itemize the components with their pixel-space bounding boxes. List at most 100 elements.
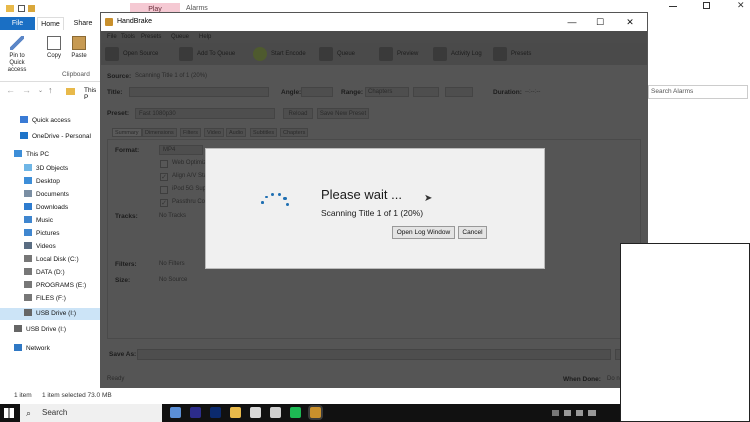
search-input[interactable]: Search Alarms — [648, 85, 748, 99]
sidebar-item-14[interactable]: USB Drive (I:) — [0, 308, 100, 320]
checkbox-0[interactable] — [160, 160, 168, 168]
copy-button[interactable]: Copy — [42, 36, 66, 60]
tab-chapters[interactable]: Chapters — [280, 128, 309, 137]
drive-icon — [24, 268, 32, 275]
tab-audio[interactable]: Audio — [226, 128, 247, 137]
sidebar-item-3[interactable]: 3D Objects — [0, 163, 100, 175]
sidebar-item-10[interactable]: Local Disk (C:) — [0, 254, 100, 266]
checkbox-2[interactable] — [160, 186, 168, 194]
taskbar-search-box[interactable]: ⌕ Search — [20, 404, 162, 422]
menu-help[interactable]: Help — [199, 31, 211, 43]
angle-label: Angle: — [281, 89, 302, 96]
cancel-button[interactable]: Cancel — [458, 226, 487, 239]
open-source-icon — [105, 47, 119, 61]
sidebar-item-11[interactable]: DATA (D:) — [0, 267, 100, 279]
sidebar-item-label: Pictures — [36, 230, 60, 237]
menu-file[interactable]: File — [107, 31, 117, 43]
volume-icon[interactable] — [564, 410, 571, 416]
tab-file[interactable]: File — [0, 17, 35, 30]
dialog-title: Please wait ... — [321, 187, 402, 202]
address-bar[interactable]: ← → ⌄ ↑ This P — [0, 84, 100, 101]
new-folder-icon[interactable] — [28, 5, 35, 12]
format-dropdown[interactable]: MP4 — [159, 145, 203, 155]
sidebar-item-0[interactable]: Quick access — [0, 115, 100, 127]
save-as-input[interactable] — [137, 349, 611, 360]
spinner-dot — [277, 193, 281, 197]
menu-bar: File Tools Presets Queue Help — [101, 31, 647, 43]
close-icon[interactable]: ✕ — [737, 0, 745, 11]
mail-icon[interactable] — [170, 407, 181, 418]
sidebar-item-7[interactable]: Music — [0, 215, 100, 227]
sidebar-item-4[interactable]: Desktop — [0, 176, 100, 188]
sidebar-item-1[interactable]: OneDrive - Personal — [0, 131, 100, 143]
sidebar-item-label: Desktop — [36, 178, 60, 185]
tab-summary[interactable]: Summary — [112, 128, 142, 137]
tracks-label: Tracks: — [115, 213, 138, 220]
tab-home[interactable]: Home — [37, 17, 64, 30]
maximize-button[interactable]: ☐ — [587, 13, 613, 31]
sidebar-item-5[interactable]: Documents — [0, 189, 100, 201]
sidebar-item-label: 3D Objects — [36, 165, 69, 172]
up-icon[interactable]: ↑ — [48, 85, 53, 95]
tab-filters[interactable]: Filters — [180, 128, 201, 137]
sidebar-item-label: Music — [36, 217, 53, 224]
tab-subtitles[interactable]: Subtitles — [250, 128, 278, 137]
source-label: Source: — [107, 73, 132, 80]
open-log-window-button[interactable]: Open Log Window — [392, 226, 455, 239]
angle-dropdown[interactable] — [301, 87, 333, 97]
tab-dimensions[interactable]: Dimensions — [142, 128, 177, 137]
range-dropdown[interactable]: Chapters — [365, 87, 409, 97]
sidebar-item-2[interactable]: This PC — [0, 149, 100, 161]
preset-dropdown[interactable]: Fast 1080p30 — [135, 108, 275, 119]
battery-icon[interactable] — [588, 410, 596, 416]
drive-icon — [24, 294, 32, 301]
paste-button[interactable]: Paste — [67, 36, 91, 60]
toolbar-label: Activity Log — [451, 51, 482, 57]
range-start-dropdown[interactable] — [413, 87, 439, 97]
sidebar-item-6[interactable]: Downloads — [0, 202, 100, 214]
filters-label: Filters: — [115, 261, 137, 268]
sidebar-item-8[interactable]: Pictures — [0, 228, 100, 240]
close-button[interactable]: ✕ — [617, 13, 643, 31]
reload-button[interactable]: Reload — [283, 108, 313, 119]
tray-icon[interactable] — [552, 410, 559, 416]
photoshop-icon[interactable] — [210, 407, 221, 418]
minimize-icon[interactable] — [669, 6, 677, 7]
chrome-icon[interactable] — [190, 407, 201, 418]
file-explorer-icon[interactable] — [230, 407, 241, 418]
tab-video[interactable]: Video — [204, 128, 224, 137]
menu-queue[interactable]: Queue — [171, 31, 189, 43]
save-as-label: Save As: — [109, 351, 137, 358]
drive-icon — [24, 255, 32, 262]
checkbox-1[interactable]: ✓ — [160, 173, 168, 181]
navigation-pane: Quick access OneDrive - Personal This PC 3D… — [0, 105, 100, 385]
sidebar-item-13[interactable]: FILES (F:) — [0, 293, 100, 305]
checkbox-3[interactable]: ✓ — [160, 199, 168, 207]
back-icon[interactable]: ← — [6, 85, 15, 95]
sidebar-item-15[interactable]: USB Drive (I:) — [0, 324, 100, 336]
chrome-icon[interactable] — [250, 407, 261, 418]
sidebar-item-12[interactable]: PROGRAMS (E:) — [0, 280, 100, 292]
chevron-down-icon[interactable]: ⌄ — [38, 87, 43, 94]
start-icon[interactable] — [4, 408, 14, 418]
taskbar-search-label: Search — [42, 408, 68, 417]
source-value: Scanning Title 1 of 1 (20%) — [135, 73, 208, 79]
handbrake-icon[interactable] — [310, 407, 321, 418]
title-dropdown[interactable] — [129, 87, 269, 97]
check-icon[interactable] — [18, 5, 25, 12]
sidebar-item-9[interactable]: Videos — [0, 241, 100, 253]
sidebar-item-16[interactable]: Network — [0, 343, 100, 355]
menu-tools[interactable]: Tools — [121, 31, 135, 43]
notepad-icon[interactable] — [270, 407, 281, 418]
pin-to-quick-access-button[interactable]: Pin to Quick access — [4, 36, 30, 74]
menu-presets[interactable]: Presets — [141, 31, 161, 43]
loading-spinner-icon — [260, 191, 294, 225]
tab-share[interactable]: Share — [68, 17, 98, 30]
minimize-button[interactable]: — — [559, 13, 585, 31]
save-new-preset-button[interactable]: Save New Preset — [317, 108, 369, 119]
forward-icon[interactable]: → — [22, 85, 31, 95]
network-icon[interactable] — [576, 410, 583, 416]
maximize-icon[interactable] — [703, 2, 710, 9]
spotify-icon[interactable] — [290, 407, 301, 418]
range-end-dropdown[interactable] — [445, 87, 473, 97]
